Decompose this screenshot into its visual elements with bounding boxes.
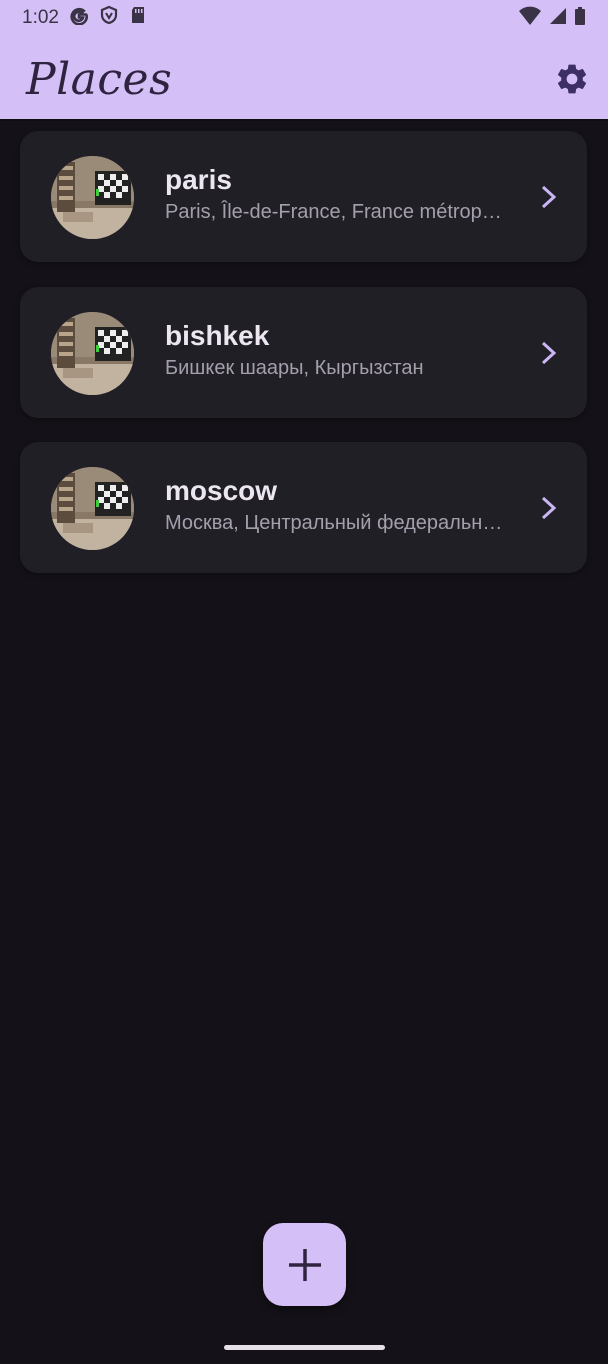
chevron-right-icon — [541, 185, 557, 209]
plus-icon — [288, 1248, 321, 1281]
shield-icon — [99, 5, 119, 31]
chevron-right-icon — [541, 496, 557, 520]
settings-button[interactable] — [552, 59, 592, 99]
google-g-icon — [69, 5, 89, 31]
place-address: Бишкек шаары, Кыргызстан — [165, 357, 424, 379]
app-bar-divider — [0, 119, 608, 121]
gear-icon — [557, 64, 587, 94]
page-title: Places — [26, 53, 173, 105]
add-place-button[interactable] — [263, 1223, 346, 1306]
place-card-paris[interactable]: paris Paris, Île-de-France, France métro… — [20, 131, 587, 262]
place-name: paris — [165, 164, 232, 195]
status-time: 1:02 — [22, 7, 59, 28]
app-bar: 1:02 Places — [0, 0, 608, 119]
place-name: bishkek — [165, 320, 270, 351]
place-avatar — [51, 312, 134, 395]
place-card-bishkek[interactable]: bishkek Бишкек шаары, Кыргызстан — [20, 287, 587, 418]
place-avatar — [51, 467, 134, 550]
chevron-right-icon — [541, 341, 557, 365]
place-address: Paris, Île-de-France, France métropolita… — [165, 201, 510, 223]
place-card-moscow[interactable]: moscow Москва, Центральный федеральный о… — [20, 442, 587, 573]
place-avatar — [51, 156, 134, 239]
sd-card-icon — [129, 5, 147, 31]
status-bar: 1:02 — [0, 0, 608, 36]
battery-icon — [574, 6, 586, 31]
place-name: moscow — [165, 475, 278, 506]
place-address: Москва, Центральный федеральный округ — [165, 512, 510, 534]
wifi-icon — [518, 6, 542, 31]
signal-icon — [548, 6, 568, 31]
home-indicator[interactable] — [224, 1345, 385, 1350]
